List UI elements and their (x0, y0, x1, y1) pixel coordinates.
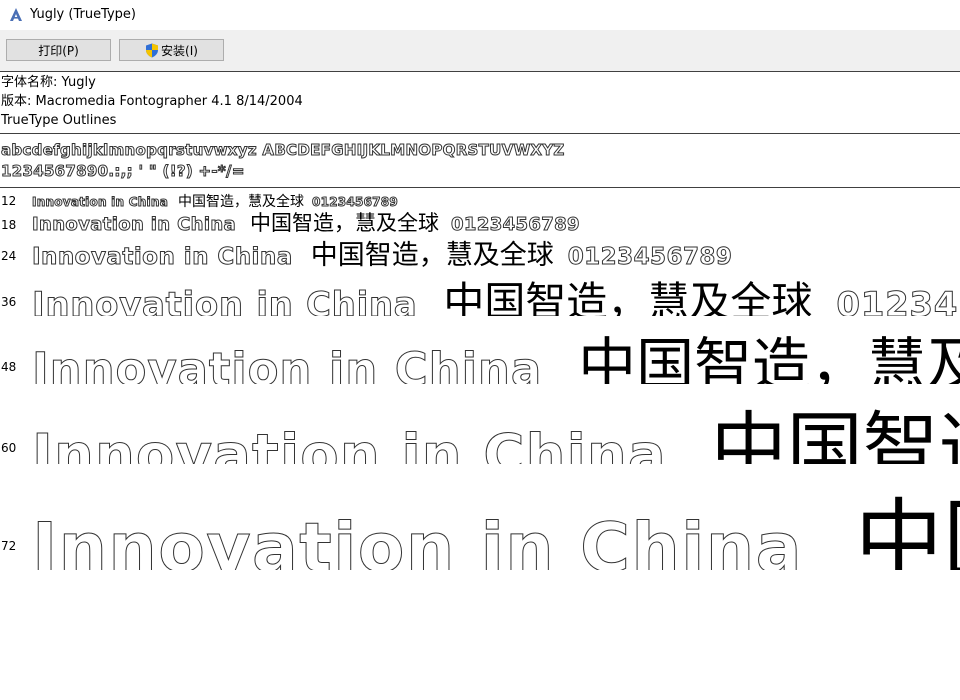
sample-digits: 0123456789 (836, 285, 960, 317)
charset-letters: abcdefghijklmnopqrstuvwxyz ABCDEFGHIJKLM… (1, 141, 565, 160)
size-label: 18 (1, 218, 17, 232)
font-viewer-icon (10, 8, 22, 21)
install-button[interactable]: 安装(I) (119, 39, 224, 61)
sample-text: Innovation in China 中国智造，慧及全球 (32, 470, 960, 570)
font-outline-type: TrueType Outlines (1, 113, 117, 128)
sample-cjk: 中国智造，慧及全球 (310, 240, 554, 269)
charset-digits-punctuation: 1234567890.:,; ' " (!?) +-*/= (1, 162, 245, 181)
sample-latin: Innovation in China (32, 244, 293, 270)
sample-latin: Innovation in China (32, 423, 667, 465)
sample-row: 60 Innovation in China 中国智造，慧及全球 (0, 386, 960, 464)
sample-cjk: 中国智造，慧及全球 (710, 403, 960, 464)
font-version: 版本: Macromedia Fontographer 4.1 8/14/200… (1, 94, 303, 109)
sample-digits: 0123456789 (567, 244, 733, 270)
sample-row: 72 Innovation in China 中国智造，慧及全球 (0, 470, 960, 570)
size-label: 48 (1, 360, 17, 374)
sample-latin: Innovation in China (31, 285, 418, 317)
print-button-label: 打印(P) (38, 43, 79, 58)
size-label: 60 (1, 441, 17, 455)
size-label: 72 (1, 539, 17, 553)
toolbar: 打印(P) 安装(I) (0, 30, 960, 71)
sample-digits: 0123456789 (451, 214, 580, 236)
sample-text: Innovation in China 中国智造，慧及全球 0123456789 (31, 268, 960, 317)
divider (0, 133, 960, 134)
sample-text: Innovation in China 中国智造，慧及全球 (31, 318, 960, 385)
sample-cjk: 中国智造，慧及全球 (578, 331, 960, 384)
sample-row: 36 Innovation in China 中国智造，慧及全球 0123456… (0, 268, 960, 316)
size-label: 36 (1, 295, 17, 309)
divider (0, 71, 960, 72)
sample-cjk: 中国智造，慧及全球 (854, 489, 960, 570)
font-name: 字体名称: Yugly (1, 75, 96, 90)
sample-row: 24 Innovation in China 中国智造，慧及全球 0123456… (0, 233, 960, 269)
sample-latin: Innovation in China (31, 343, 543, 385)
title-bar: Yugly (TrueType) (0, 0, 960, 30)
sample-row: 48 Innovation in China 中国智造，慧及全球 (0, 318, 960, 384)
sample-cjk: 中国智造，慧及全球 (443, 278, 813, 316)
install-button-label: 安装(I) (161, 43, 198, 58)
print-button[interactable]: 打印(P) (6, 39, 111, 61)
divider (0, 187, 960, 188)
sample-text: Innovation in China 中国智造，慧及全球 (32, 386, 960, 464)
sample-latin: Innovation in China (32, 509, 803, 571)
window-title: Yugly (TrueType) (30, 7, 136, 22)
size-label: 24 (1, 249, 17, 263)
sample-text: Innovation in China 中国智造，慧及全球 0123456789 (32, 233, 733, 270)
uac-shield-icon (146, 43, 159, 57)
sample-latin: Innovation in China (31, 214, 237, 236)
size-label: 12 (1, 194, 17, 208)
